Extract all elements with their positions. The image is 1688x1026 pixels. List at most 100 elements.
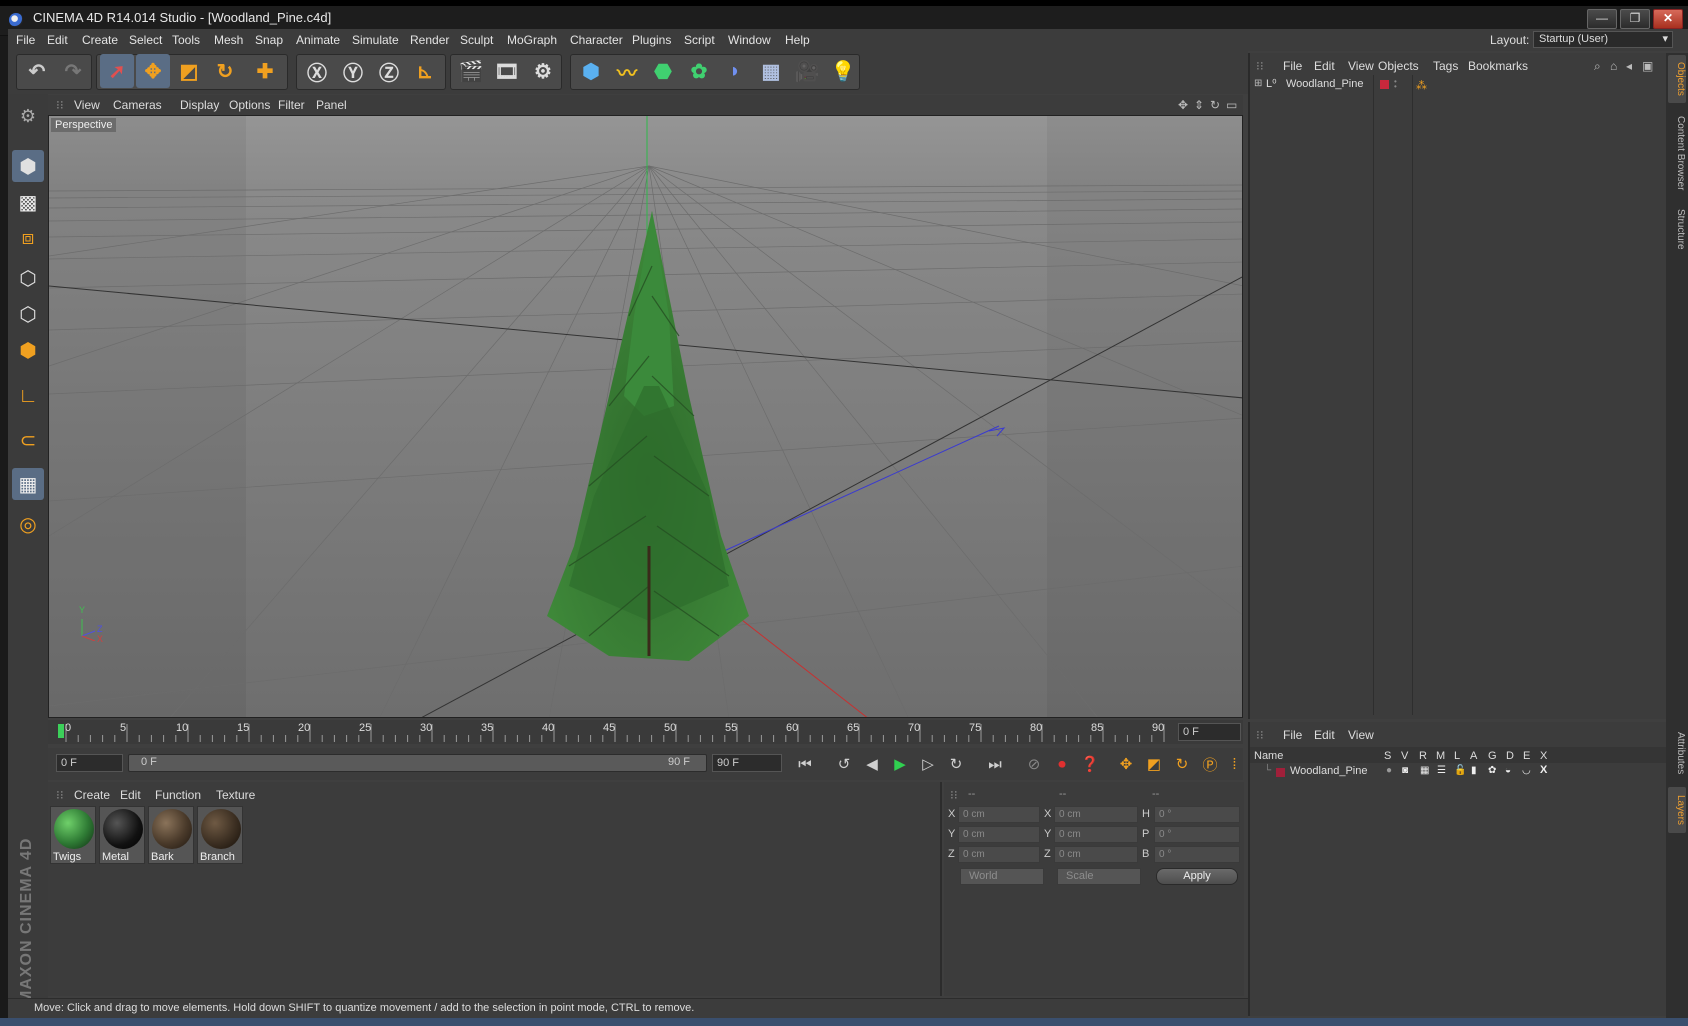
rot-p-field[interactable]: 0 °	[1154, 826, 1240, 843]
preview-range-slider[interactable]: 0 F 90 F	[128, 754, 707, 772]
camera-icon[interactable]: 🎥	[790, 54, 824, 88]
zoom-view-icon[interactable]: ⇕	[1194, 98, 1204, 112]
material-swatch[interactable]: Bark	[148, 806, 194, 864]
edges-mode-icon[interactable]: ⬡	[12, 298, 44, 330]
size-z-field[interactable]: 0 cm	[1054, 846, 1138, 863]
tab-content-browser[interactable]: Content Browser	[1668, 109, 1686, 197]
start-frame-field[interactable]: 0 F	[56, 754, 123, 772]
objects-menu-objects[interactable]: Objects	[1378, 59, 1419, 73]
viewport-menu-filter[interactable]: Filter	[278, 98, 305, 112]
model-mode-icon[interactable]: ⬢	[12, 150, 44, 182]
viewport-menu-display[interactable]: Display	[180, 98, 219, 112]
next-key-icon[interactable]: ↻	[944, 752, 968, 776]
pos-y-field[interactable]: 0 cm	[958, 826, 1040, 843]
material-menu-function[interactable]: Function	[155, 788, 201, 802]
cloner-icon[interactable]: ✿	[682, 54, 716, 88]
points-mode-icon[interactable]: ⬡	[12, 262, 44, 294]
menu-mesh[interactable]: Mesh	[214, 33, 243, 47]
maximize-view-icon[interactable]: ▭	[1226, 98, 1237, 112]
objects-menu-edit[interactable]: Edit	[1314, 59, 1335, 73]
rotate-view-icon[interactable]: ↻	[1210, 98, 1220, 112]
render-view-icon[interactable]: 🎬	[454, 54, 488, 88]
axis-mode-icon[interactable]: ∟	[12, 380, 44, 412]
tab-structure[interactable]: Structure	[1668, 201, 1686, 257]
expressions-toggle-icon[interactable]: ◡	[1522, 765, 1531, 776]
cube-icon[interactable]: ⬢	[574, 54, 608, 88]
viewport-menu-cameras[interactable]: Cameras	[113, 98, 162, 112]
coordinate-mode-dropdown[interactable]: World	[960, 868, 1044, 885]
autokey-icon[interactable]: ⏺	[1050, 752, 1074, 776]
add-tool-icon[interactable]: ✚	[248, 54, 282, 88]
menu-create[interactable]: Create	[82, 33, 118, 47]
record-scale-icon[interactable]: ◩	[1142, 752, 1166, 776]
menu-character[interactable]: Character	[570, 33, 623, 47]
layout-dropdown[interactable]: Startup (User) ▾	[1533, 31, 1673, 48]
menu-plugins[interactable]: Plugins	[632, 33, 671, 47]
record-pla-icon[interactable]: ⁞	[1226, 752, 1243, 776]
tab-objects[interactable]: Objects	[1668, 55, 1686, 103]
size-x-field[interactable]: 0 cm	[1054, 806, 1138, 823]
minimize-button[interactable]: —	[1587, 9, 1617, 29]
xref-toggle-icon[interactable]: X	[1540, 764, 1547, 776]
current-frame-field[interactable]: 0 F	[1178, 723, 1241, 741]
y-axis-lock-icon[interactable]: Ⓨ	[336, 54, 370, 88]
menu-file[interactable]: File	[16, 33, 35, 47]
generators-toggle-icon[interactable]: ✿	[1488, 765, 1496, 776]
render-settings-icon[interactable]: ⚙	[526, 54, 560, 88]
layer-color-swatch[interactable]	[1276, 768, 1285, 777]
previous-frame-icon[interactable]: ◀	[860, 752, 884, 776]
rot-b-field[interactable]: 0 °	[1154, 846, 1240, 863]
workplane-mode-icon[interactable]: ⧈	[12, 222, 44, 254]
solo-toggle-icon[interactable]: ●	[1386, 765, 1392, 776]
timeline-ruler[interactable]: 0 5 10 15 20 25 30 35 40 45 50 55 60 65 …	[48, 720, 1243, 744]
menu-snap[interactable]: Snap	[255, 33, 283, 47]
objects-menu-view[interactable]: View	[1348, 59, 1374, 73]
layers-menu-file[interactable]: File	[1283, 728, 1302, 742]
rot-h-field[interactable]: 0 °	[1154, 806, 1240, 823]
record-position-icon[interactable]: ✥	[1114, 752, 1138, 776]
menu-script[interactable]: Script	[684, 33, 715, 47]
selection-tool-icon[interactable]: ➚	[100, 54, 134, 88]
objects-menu-file[interactable]: File	[1283, 59, 1302, 73]
move-view-icon[interactable]: ✥	[1178, 98, 1188, 112]
menu-simulate[interactable]: Simulate	[352, 33, 399, 47]
material-swatch[interactable]: Twigs	[50, 806, 96, 864]
light-icon[interactable]: 💡	[826, 54, 860, 88]
menu-render[interactable]: Render	[410, 33, 449, 47]
expand-icon[interactable]: ⊞	[1254, 78, 1262, 89]
record-rotation-icon[interactable]: ↻	[1170, 752, 1194, 776]
menu-help[interactable]: Help	[785, 33, 810, 47]
next-frame-icon[interactable]: ▷	[916, 752, 940, 776]
polygons-mode-icon[interactable]: ⬢	[12, 334, 44, 366]
viewport-menu-options[interactable]: Options	[229, 98, 270, 112]
pos-z-field[interactable]: 0 cm	[958, 846, 1040, 863]
redo-button[interactable]: ↷	[56, 54, 90, 88]
tab-attributes[interactable]: Attributes	[1668, 723, 1686, 783]
menu-edit[interactable]: Edit	[47, 33, 68, 47]
spline-pen-icon[interactable]: 〰	[610, 54, 644, 88]
restore-button[interactable]: ❐	[1620, 9, 1650, 29]
workplane-lock-icon[interactable]: ◎	[12, 508, 44, 540]
lock-toggle-icon[interactable]: 🔓	[1454, 765, 1466, 776]
rotate-tool-icon[interactable]: ↻	[208, 54, 242, 88]
back-icon[interactable]: ◂	[1626, 59, 1632, 73]
objects-menu-tags[interactable]: Tags	[1433, 59, 1458, 73]
animation-toggle-icon[interactable]: ▮	[1471, 765, 1477, 776]
coordinate-system-icon[interactable]: ⊾	[408, 54, 442, 88]
tweak-mode-icon[interactable]: ⊂	[12, 424, 44, 456]
play-icon[interactable]: ▶	[888, 752, 912, 776]
render-toggle-icon[interactable]: ▦	[1420, 765, 1429, 776]
render-picture-viewer-icon[interactable]: 🎞	[490, 54, 524, 88]
close-button[interactable]: ✕	[1653, 9, 1683, 29]
material-swatch[interactable]: Metal	[99, 806, 145, 864]
scale-tool-icon[interactable]: ◩	[172, 54, 206, 88]
layer-color-icon[interactable]	[1380, 80, 1389, 89]
menu-animate[interactable]: Animate	[296, 33, 340, 47]
texture-mode-icon[interactable]: ▩	[12, 186, 44, 218]
new-view-icon[interactable]: ▣	[1642, 59, 1653, 73]
move-tool-icon[interactable]: ✥	[136, 54, 170, 88]
menu-mograph[interactable]: MoGraph	[507, 33, 557, 47]
previous-key-icon[interactable]: ↺	[832, 752, 856, 776]
make-editable-icon[interactable]: ⚙	[12, 100, 44, 132]
perspective-viewport[interactable]: Perspective Y Z X	[48, 115, 1243, 718]
